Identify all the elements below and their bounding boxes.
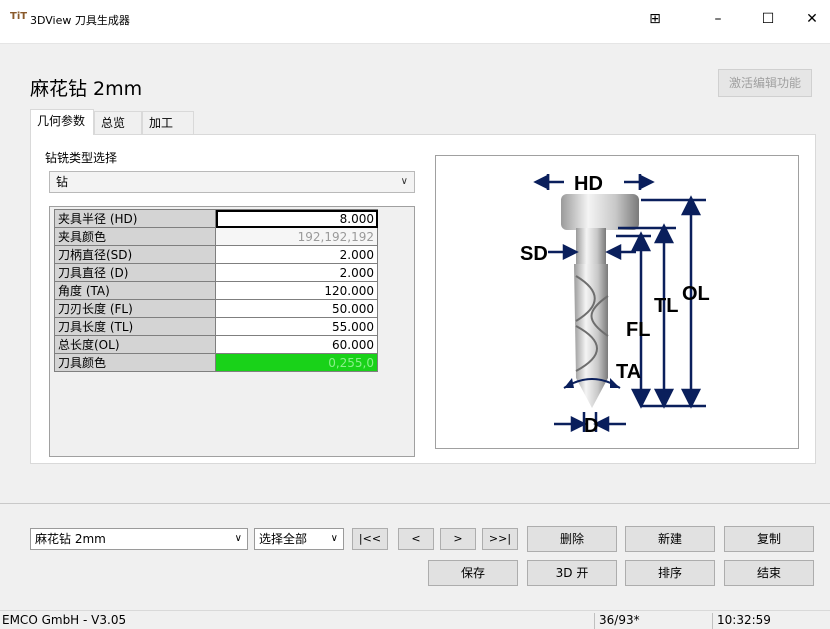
tab-overview[interactable]: 总览 <box>94 111 142 135</box>
delete-button[interactable]: 删除 <box>527 526 617 552</box>
table-row: 夹具颜色 192,192,192 <box>53 227 378 246</box>
filter-select-value: 选择全部 <box>259 532 308 546</box>
chevron-down-icon: ∨ <box>234 533 242 544</box>
param-value-input[interactable]: 120.000 <box>215 281 378 300</box>
chevron-down-icon: ∨ <box>330 533 338 544</box>
d-label: D <box>584 415 598 437</box>
layout-icon[interactable]: ⊞ <box>635 4 675 34</box>
param-label: 总长度(OL) <box>53 335 217 354</box>
tl-label: TL <box>654 295 678 317</box>
param-label: 夹具半径 (HD) <box>53 209 217 228</box>
prev-button[interactable]: < <box>398 528 434 550</box>
tab-geometry[interactable]: 几何参数 <box>30 109 94 135</box>
parameter-table: 夹具半径 (HD) 8.000 夹具颜色 192,192,192 刀柄直径(SD) 2… <box>53 209 378 372</box>
type-select-value: 钻 <box>56 175 69 189</box>
table-row: 刀具直径 (D) 2.000 <box>53 263 378 282</box>
minimize-button[interactable]: – <box>698 4 738 34</box>
tool-diagram: HD SD OL TL FL TA D <box>435 155 799 449</box>
holder-shape <box>561 194 639 230</box>
table-row: 角度 (TA) 120.000 <box>53 281 378 300</box>
activate-edit-button[interactable]: 激活编辑功能 <box>718 69 812 97</box>
table-row: 刀具长度 (TL) 55.000 <box>53 317 378 336</box>
main-content: 麻花钻 2mm 激活编辑功能 几何参数 总览 加工 钻铣类型选择 钻 ∨ 夹具半… <box>0 44 830 610</box>
copy-button[interactable]: 复制 <box>724 526 814 552</box>
param-value-input[interactable]: 0,255,0 <box>215 353 378 372</box>
status-count: 36/93* <box>594 613 710 629</box>
window-title: 3DView 刀具生成器 <box>30 14 130 27</box>
app-logo-icon: TiT <box>10 11 28 22</box>
table-row: 刀具颜色 0,255,0 <box>53 353 378 372</box>
param-value-input[interactable]: 192,192,192 <box>215 227 378 246</box>
page-title: 麻花钻 2mm <box>30 78 143 100</box>
type-select[interactable]: 钻 ∨ <box>49 171 415 193</box>
param-label: 刀具直径 (D) <box>53 263 217 282</box>
chevron-down-icon: ∨ <box>400 176 408 187</box>
maximize-button[interactable]: ☐ <box>748 4 788 34</box>
new-button[interactable]: 新建 <box>625 526 715 552</box>
type-select-label: 钻铣类型选择 <box>45 151 118 165</box>
table-row: 刀柄直径(SD) 2.000 <box>53 245 378 264</box>
parameter-grid: 夹具半径 (HD) 8.000 夹具颜色 192,192,192 刀柄直径(SD) 2… <box>49 206 415 457</box>
tab-machining[interactable]: 加工 <box>142 111 194 135</box>
table-row: 总长度(OL) 60.000 <box>53 335 378 354</box>
param-label: 刀具颜色 <box>53 353 217 372</box>
last-button[interactable]: >>| <box>482 528 518 550</box>
status-company: EMCO GmbH - V3.05 <box>2 613 127 627</box>
table-row: 夹具半径 (HD) 8.000 <box>53 209 378 228</box>
param-value-input[interactable]: 2.000 <box>215 245 378 264</box>
param-value-input[interactable]: 50.000 <box>215 299 378 318</box>
ta-label: TA <box>616 361 641 383</box>
tool-select-value: 麻花钻 2mm <box>35 532 106 546</box>
title-bar: TiT 3DView 刀具生成器 ⊞ – ☐ ✕ <box>0 0 830 44</box>
tool-select[interactable]: 麻花钻 2mm ∨ <box>30 528 248 550</box>
sort-button[interactable]: 排序 <box>625 560 715 586</box>
ol-label: OL <box>682 283 710 305</box>
fl-label: FL <box>626 319 650 341</box>
status-bar: EMCO GmbH - V3.05 36/93* 10:32:59 <box>0 610 830 629</box>
table-row: 刀刃长度 (FL) 50.000 <box>53 299 378 318</box>
param-label: 刀具长度 (TL) <box>53 317 217 336</box>
hd-label: HD <box>574 173 603 195</box>
param-value-input[interactable]: 55.000 <box>215 317 378 336</box>
param-label: 角度 (TA) <box>53 281 217 300</box>
divider <box>0 503 830 504</box>
ta-arrow-left-icon <box>564 378 574 388</box>
geometry-panel: 钻铣类型选择 钻 ∨ 夹具半径 (HD) 8.000 夹具颜色 192,192,19… <box>30 134 816 464</box>
app-window: TiT 3DView 刀具生成器 ⊞ – ☐ ✕ 麻花钻 2mm 激活编辑功能 … <box>0 0 830 629</box>
save-button[interactable]: 保存 <box>428 560 518 586</box>
end-button[interactable]: 结束 <box>724 560 814 586</box>
shank-shape <box>576 228 606 264</box>
filter-select[interactable]: 选择全部 ∨ <box>254 528 344 550</box>
param-value-input[interactable]: 8.000 <box>215 209 378 228</box>
drill-diagram-svg: HD SD OL TL FL TA D <box>520 173 710 437</box>
param-label: 刀柄直径(SD) <box>53 245 217 264</box>
param-value-input[interactable]: 2.000 <box>215 263 378 282</box>
param-label: 夹具颜色 <box>53 227 217 246</box>
status-time: 10:32:59 <box>712 613 830 629</box>
sd-label: SD <box>520 243 548 265</box>
next-button[interactable]: > <box>440 528 476 550</box>
param-value-input[interactable]: 60.000 <box>215 335 378 354</box>
open-3d-button[interactable]: 3D 开 <box>527 560 617 586</box>
close-button[interactable]: ✕ <box>792 4 830 34</box>
first-button[interactable]: |<< <box>352 528 388 550</box>
param-label: 刀刃长度 (FL) <box>53 299 217 318</box>
